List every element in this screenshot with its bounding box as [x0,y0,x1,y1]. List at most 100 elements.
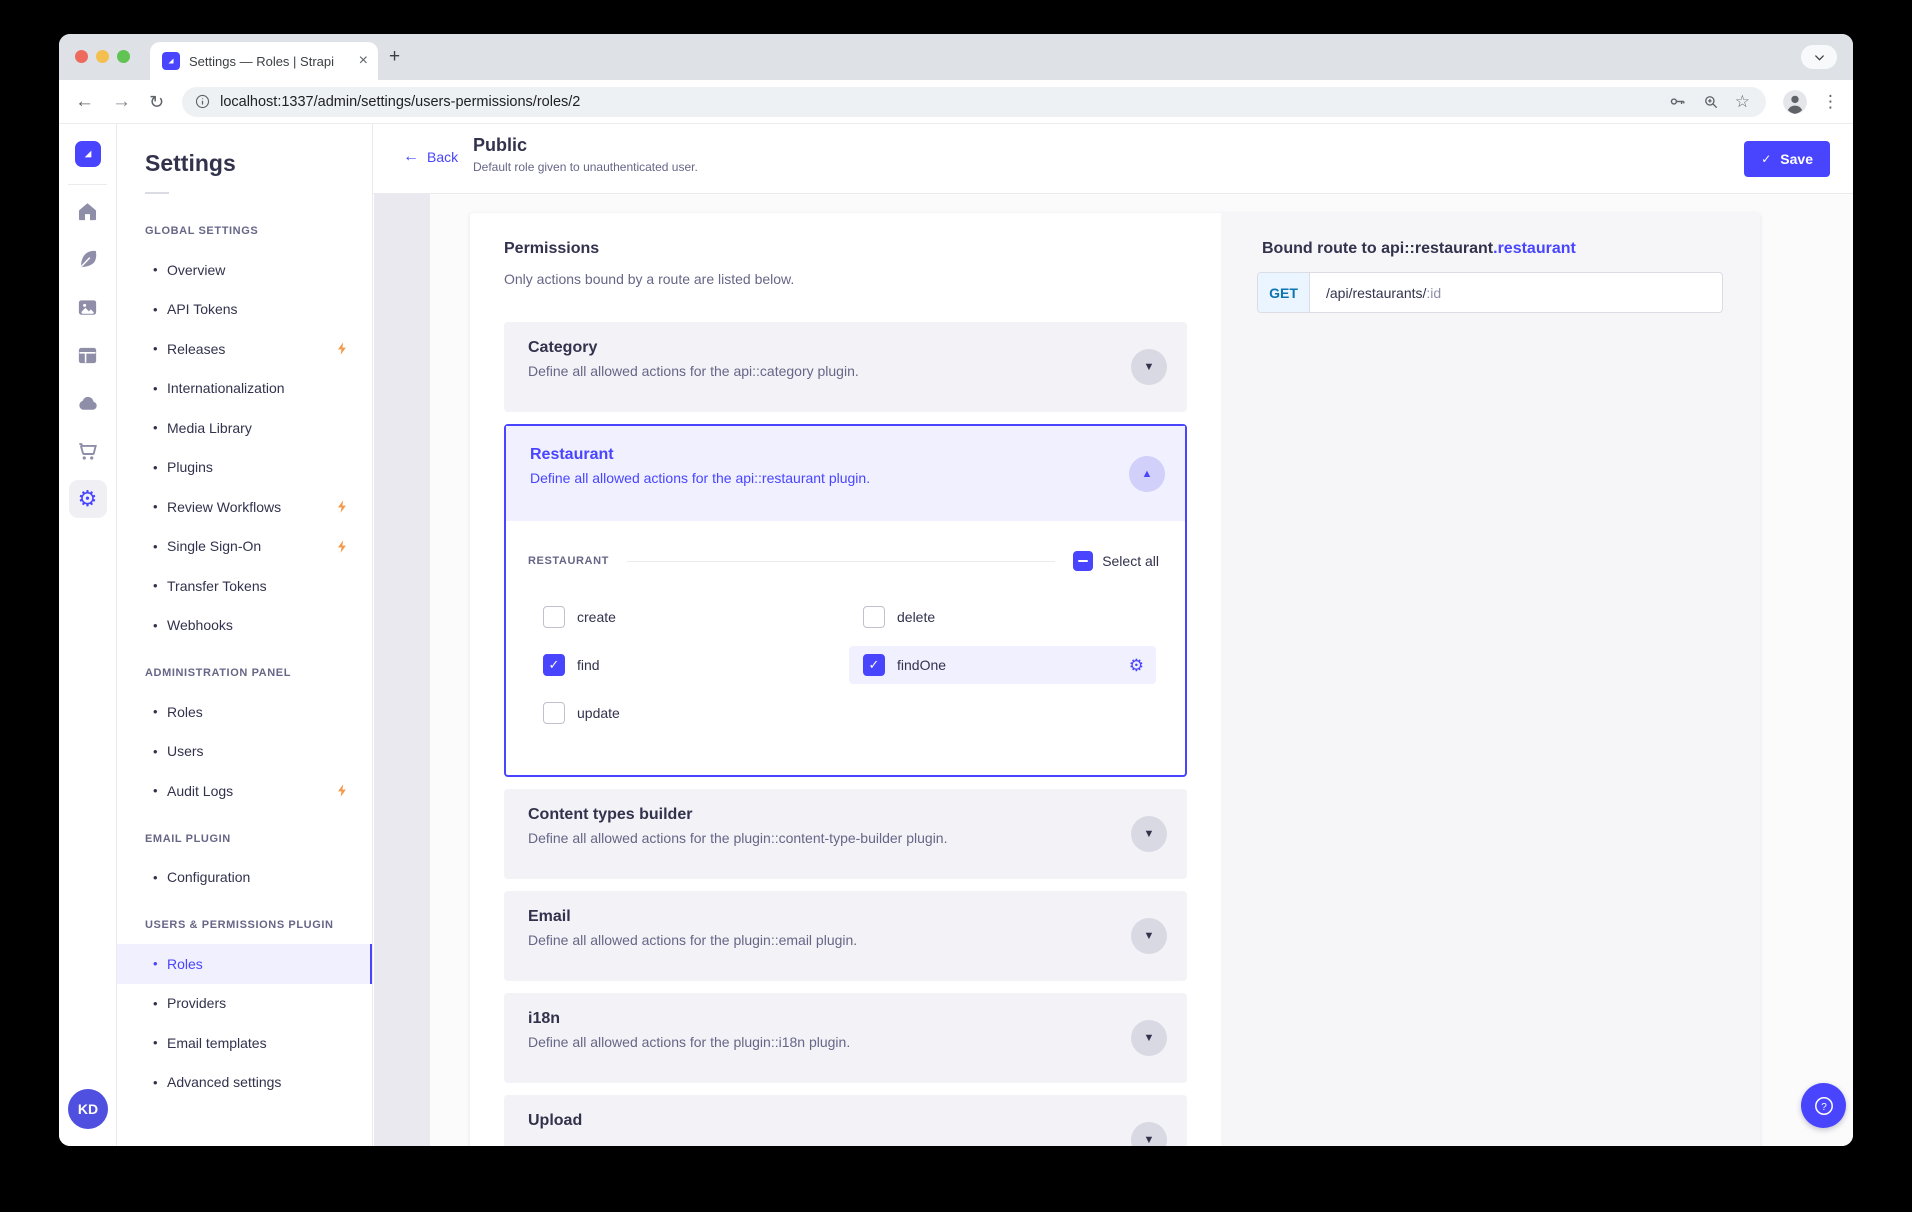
sidebar-item-label: Plugins [167,459,213,475]
accordion-header-category[interactable]: CategoryDefine all allowed actions for t… [504,322,1187,412]
accordion-header-upload[interactable]: Upload▼ [504,1095,1187,1146]
sidebar-item-label: Releases [167,341,225,357]
action-delete[interactable]: delete [863,598,1161,636]
chevron-down-icon[interactable]: ▼ [1131,918,1167,954]
sidebar-item-label: Audit Logs [167,783,233,799]
site-info-icon[interactable] [194,93,211,110]
password-key-icon[interactable] [1668,92,1687,111]
main-nav-item-marketplace[interactable] [59,427,116,475]
permissions-subtitle: Only actions bound by a route are listed… [504,271,794,287]
user-avatar[interactable]: KD [68,1089,108,1129]
chevron-up-icon[interactable]: ▲ [1129,456,1165,492]
sidebar-item-label: Overview [167,262,225,278]
browser-tab[interactable]: Settings — Roles | Strapi × [150,42,378,80]
main-nav-item-cloud[interactable] [59,379,116,427]
menu-dots-icon[interactable]: ⋮ [1822,92,1839,112]
strapi-logo[interactable] [75,141,101,167]
sidebar-item-overview[interactable]: •Overview [117,250,372,290]
checkbox-create[interactable] [543,606,565,628]
sidebar-item-email-templates[interactable]: •Email templates [117,1023,372,1063]
settings-gear-icon: ⚙ [69,480,107,518]
sidebar-item-api-tokens[interactable]: •API Tokens [117,290,372,330]
select-all-checkbox[interactable] [1073,551,1093,571]
browser-toolbar: ← → ↻ localhost:1337/admin/settings/user… [59,80,1853,124]
accordion-header-content-types-builder[interactable]: Content types builderDefine all allowed … [504,789,1187,879]
chevron-down-icon[interactable]: ▼ [1131,1020,1167,1056]
sidebar-item-audit-logs[interactable]: •Audit Logs [117,771,372,811]
reload-icon[interactable]: ↻ [149,93,164,111]
sidebar-item-releases[interactable]: •Releases [117,329,372,369]
url-bar[interactable]: localhost:1337/admin/settings/users-perm… [182,87,1766,117]
accordion-header-i18n[interactable]: i18nDefine all allowed actions for the p… [504,993,1187,1083]
nav-section-label: USERS & PERMISSIONS PLUGIN [145,915,372,935]
help-button[interactable]: ? [1801,1083,1846,1128]
main-nav-item-content-manager[interactable] [59,235,116,283]
main-nav-items: ⚙ [59,187,116,523]
page-title-block: Public Default role given to unauthentic… [473,135,698,174]
sidebar-item-providers[interactable]: •Providers [117,984,372,1024]
main-nav-item-settings[interactable]: ⚙ [59,475,116,523]
sidebar-item-label: Webhooks [167,617,233,633]
action-findone[interactable]: ✓findOne⚙ [849,646,1156,684]
save-button[interactable]: ✓ Save [1744,141,1830,177]
route-input[interactable]: GET /api/restaurants/:id [1257,272,1723,313]
select-all-label: Select all [1102,553,1159,569]
close-window-button[interactable] [75,50,88,63]
sidebar-item-label: Review Workflows [167,499,281,515]
sidebar-item-label: Advanced settings [167,1074,281,1090]
action-create[interactable]: create [543,598,863,636]
accordion-header-restaurant[interactable]: RestaurantDefine all allowed actions for… [506,426,1185,521]
profile-avatar-icon[interactable] [1782,89,1808,115]
main-nav-item-media-library[interactable] [59,283,116,331]
settings-nav: Settings GLOBAL SETTINGS•Overview•API To… [117,124,373,1146]
main-nav-item-home[interactable] [59,187,116,235]
bullet-icon: • [153,460,167,475]
sidebar-item-roles[interactable]: •Roles [117,944,372,984]
sidebar-item-configuration[interactable]: •Configuration [117,858,372,898]
sidebar-item-internationalization[interactable]: •Internationalization [117,369,372,409]
forward-arrow-icon[interactable]: → [112,92,131,111]
bullet-icon: • [153,539,167,554]
checkbox-delete[interactable] [863,606,885,628]
bullet-icon: • [153,499,167,514]
tab-list-chevron-icon[interactable] [1801,45,1837,69]
sidebar-item-review-workflows[interactable]: •Review Workflows [117,487,372,527]
route-path: /api/restaurants/:id [1310,273,1441,312]
sidebar-item-advanced-settings[interactable]: •Advanced settings [117,1063,372,1103]
new-tab-icon[interactable]: + [389,47,400,67]
url-text[interactable]: localhost:1337/admin/settings/users-perm… [220,94,1668,110]
sidebar-item-webhooks[interactable]: •Webhooks [117,606,372,646]
accordion-header-email[interactable]: EmailDefine all allowed actions for the … [504,891,1187,981]
bullet-icon: • [153,420,167,435]
chevron-down-icon[interactable]: ▼ [1131,816,1167,852]
zoom-window-button[interactable] [117,50,130,63]
minimize-window-button[interactable] [96,50,109,63]
bullet-icon: • [153,870,167,885]
sidebar-item-media-library[interactable]: •Media Library [117,408,372,448]
back-arrow-icon[interactable]: ← [75,92,94,111]
sidebar-item-transfer-tokens[interactable]: •Transfer Tokens [117,566,372,606]
checkbox-findone[interactable]: ✓ [863,654,885,676]
main-nav-item-content-type-builder[interactable] [59,331,116,379]
back-link[interactable]: ← Back [403,148,458,166]
sidebar-item-users[interactable]: •Users [117,732,372,772]
bookmark-star-icon[interactable]: ☆ [1735,93,1750,110]
permissions-card: Bound route to api::restaurant.restauran… [470,213,1760,1146]
sidebar-item-label: Media Library [167,420,252,436]
bullet-icon: • [153,783,167,798]
close-tab-icon[interactable]: × [359,53,368,69]
chevron-down-icon[interactable]: ▼ [1131,349,1167,385]
bullet-icon: • [153,302,167,317]
nav-section-global-settings: GLOBAL SETTINGS•Overview•API Tokens•Rele… [117,221,372,645]
sidebar-item-roles[interactable]: •Roles [117,692,372,732]
checkbox-find[interactable]: ✓ [543,654,565,676]
settings-cog-icon[interactable]: ⚙ [1129,657,1144,674]
bullet-icon: • [153,1035,167,1050]
accordion-title: i18n [528,1010,1187,1028]
action-find[interactable]: ✓find [543,646,863,684]
checkbox-update[interactable] [543,702,565,724]
action-update[interactable]: update [543,694,863,732]
zoom-in-icon[interactable] [1702,93,1720,111]
sidebar-item-plugins[interactable]: •Plugins [117,448,372,488]
sidebar-item-single-sign-on[interactable]: •Single Sign-On [117,527,372,567]
